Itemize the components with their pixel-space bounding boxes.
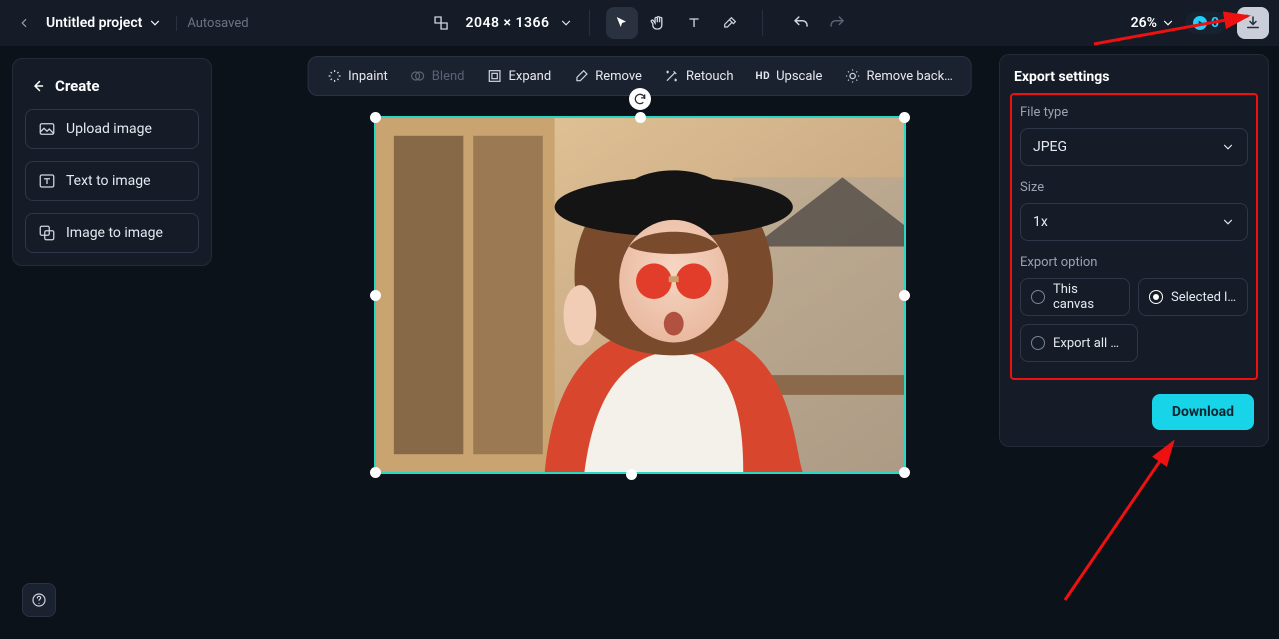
radio-icon bbox=[1149, 290, 1163, 304]
inpaint-icon bbox=[326, 68, 342, 84]
project-title[interactable]: Untitled project bbox=[46, 15, 162, 31]
expand-icon bbox=[486, 68, 502, 84]
wand-icon bbox=[664, 68, 680, 84]
text-to-image-label: Text to image bbox=[66, 173, 151, 189]
retouch-action[interactable]: Retouch bbox=[654, 56, 744, 96]
canvas-size-group[interactable]: 2048 × 1366 bbox=[426, 8, 574, 38]
arrow-left-icon bbox=[29, 77, 47, 95]
file-type-select[interactable]: JPEG bbox=[1020, 128, 1248, 166]
blend-icon bbox=[410, 68, 426, 84]
annotation-arrow bbox=[1055, 430, 1185, 610]
help-button[interactable] bbox=[22, 583, 56, 617]
canvas-dimensions: 2048 × 1366 bbox=[466, 15, 550, 31]
upload-image-label: Upload image bbox=[66, 121, 152, 137]
resize-handle[interactable] bbox=[370, 290, 381, 301]
radio-icon bbox=[1031, 336, 1045, 350]
chevron-down-icon bbox=[559, 16, 573, 30]
text-to-image-button[interactable]: Text to image bbox=[25, 161, 199, 201]
redo-icon bbox=[828, 14, 846, 32]
canvas-image bbox=[376, 118, 904, 472]
top-bar: Untitled project Autosaved 2048 × 1366 bbox=[0, 0, 1279, 46]
resize-handle[interactable] bbox=[370, 112, 381, 123]
refresh-icon bbox=[633, 92, 647, 106]
size-value: 1x bbox=[1033, 214, 1048, 230]
hd-icon: HD bbox=[756, 71, 771, 82]
credits-value: 0 bbox=[1211, 15, 1219, 31]
resize-handle[interactable] bbox=[899, 290, 910, 301]
export-option-label: Export option bbox=[1020, 255, 1248, 270]
create-label: Create bbox=[55, 77, 99, 95]
resize-handle[interactable] bbox=[899, 467, 910, 478]
chevron-down-icon bbox=[1221, 140, 1235, 154]
undo-button[interactable] bbox=[785, 7, 817, 39]
help-icon bbox=[31, 592, 47, 608]
cursor-icon bbox=[614, 15, 630, 31]
swap-dimensions-icon[interactable] bbox=[426, 8, 456, 38]
resize-handle[interactable] bbox=[635, 112, 646, 123]
expand-action[interactable]: Expand bbox=[476, 56, 561, 96]
create-panel: Create Upload image Text to image Image … bbox=[12, 58, 212, 266]
radio-icon bbox=[1031, 290, 1045, 304]
chevron-left-icon bbox=[17, 16, 31, 30]
project-title-text: Untitled project bbox=[46, 15, 142, 31]
option-selected-layers[interactable]: Selected l… bbox=[1138, 278, 1248, 316]
back-button[interactable] bbox=[10, 9, 38, 37]
upscale-action[interactable]: HD Upscale bbox=[746, 56, 833, 96]
hand-tool[interactable] bbox=[642, 7, 674, 39]
canvas-image-selection[interactable] bbox=[374, 116, 906, 474]
blend-action[interactable]: Blend bbox=[400, 56, 475, 96]
divider bbox=[762, 10, 763, 36]
image-to-image-icon bbox=[38, 224, 56, 242]
chevron-down-icon bbox=[1161, 16, 1175, 30]
create-header[interactable]: Create bbox=[25, 71, 199, 109]
hand-icon bbox=[649, 14, 667, 32]
chevron-down-icon bbox=[148, 16, 162, 30]
redo-button[interactable] bbox=[821, 7, 853, 39]
remove-bg-icon bbox=[844, 68, 860, 84]
zoom-value: 26% bbox=[1131, 15, 1157, 31]
file-type-value: JPEG bbox=[1033, 139, 1067, 155]
text-icon bbox=[686, 15, 702, 31]
resize-handle[interactable] bbox=[626, 469, 637, 480]
size-select[interactable]: 1x bbox=[1020, 203, 1248, 241]
credits-icon bbox=[1193, 16, 1207, 30]
image-to-image-label: Image to image bbox=[66, 225, 163, 241]
export-title: Export settings bbox=[1014, 69, 1254, 85]
annotation-highlight: File type JPEG Size 1x Export option Thi… bbox=[1010, 93, 1258, 380]
size-label: Size bbox=[1020, 180, 1248, 195]
divider bbox=[589, 10, 590, 36]
option-this-canvas[interactable]: This canvas bbox=[1020, 278, 1130, 316]
undo-icon bbox=[792, 14, 810, 32]
file-type-label: File type bbox=[1020, 105, 1248, 120]
export-panel: Export settings File type JPEG Size 1x E… bbox=[999, 54, 1269, 447]
upload-image-icon bbox=[38, 120, 56, 138]
credits-badge[interactable]: 0 bbox=[1185, 12, 1227, 34]
chevron-down-icon bbox=[1221, 215, 1235, 229]
text-to-image-icon bbox=[38, 172, 56, 190]
eyedropper-icon bbox=[722, 15, 738, 31]
regenerate-button[interactable] bbox=[629, 88, 651, 110]
upload-image-button[interactable]: Upload image bbox=[25, 109, 199, 149]
download-button[interactable] bbox=[1237, 7, 1269, 39]
option-export-all[interactable]: Export all … bbox=[1020, 324, 1138, 362]
download-icon bbox=[1244, 14, 1262, 32]
autosaved-label: Autosaved bbox=[176, 16, 248, 31]
text-tool[interactable] bbox=[678, 7, 710, 39]
select-tool[interactable] bbox=[606, 7, 638, 39]
image-to-image-button[interactable]: Image to image bbox=[25, 213, 199, 253]
download-confirm-button[interactable]: Download bbox=[1152, 394, 1254, 430]
inpaint-action[interactable]: Inpaint bbox=[316, 56, 398, 96]
eraser-icon bbox=[573, 68, 589, 84]
resize-handle[interactable] bbox=[370, 467, 381, 478]
zoom-control[interactable]: 26% bbox=[1131, 15, 1175, 31]
eyedropper-tool[interactable] bbox=[714, 7, 746, 39]
resize-handle[interactable] bbox=[899, 112, 910, 123]
remove-background-action[interactable]: Remove back… bbox=[834, 56, 962, 96]
